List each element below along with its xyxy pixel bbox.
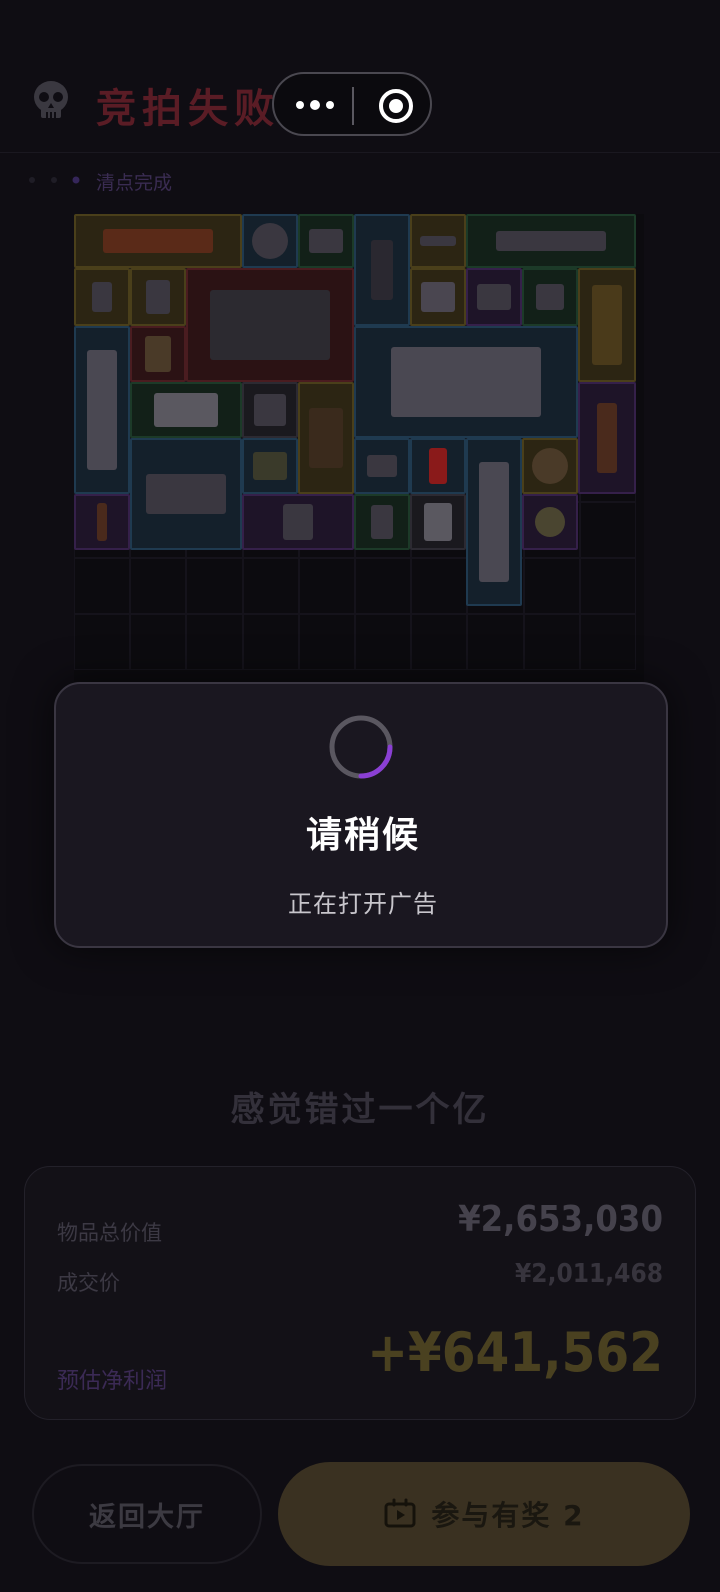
grid-item[interactable] <box>578 268 636 382</box>
grid-item[interactable] <box>354 326 578 438</box>
page-title: 竞拍失败 <box>96 86 280 132</box>
grid-cell <box>579 502 636 558</box>
tagline: 感觉错过一个亿 <box>230 1090 490 1130</box>
target-icon[interactable] <box>378 88 414 124</box>
grid-cell <box>242 614 299 670</box>
grid-item[interactable] <box>578 382 636 494</box>
grid-item[interactable] <box>522 494 578 550</box>
inventory-grid <box>74 214 644 684</box>
grid-cell <box>467 614 524 670</box>
grid-cell <box>130 558 187 614</box>
grid-item[interactable] <box>74 268 130 326</box>
grid-item[interactable] <box>466 214 636 268</box>
grid-item[interactable] <box>130 268 186 326</box>
deal-price: ¥2,011,468 <box>515 1259 663 1289</box>
grid-item[interactable] <box>354 494 410 550</box>
grid-cell <box>411 614 468 670</box>
loading-modal: 请稍候 正在打开广告 <box>54 682 668 948</box>
grid-item[interactable] <box>298 382 354 494</box>
more-icon[interactable] <box>294 88 336 122</box>
grid-cell <box>298 614 355 670</box>
grid-cell <box>579 614 636 670</box>
auction-result-page: 竞拍失败 清点完成 请稍候 正在打开广告 感觉错过一个亿 物品总价值 ¥2,65… <box>0 0 720 1592</box>
tv-icon <box>384 1498 416 1528</box>
value-panel: 物品总价值 ¥2,653,030 成交价 ¥2,011,468 预估净利润 +¥… <box>24 1166 696 1420</box>
grid-cell <box>74 614 131 670</box>
grid-item[interactable] <box>74 214 242 268</box>
grid-item[interactable] <box>354 438 410 494</box>
grid-item[interactable] <box>130 382 242 438</box>
grid-cell <box>523 558 580 614</box>
grid-cell <box>579 558 636 614</box>
grid-cell <box>186 558 243 614</box>
profit-value: +¥641,562 <box>367 1321 663 1384</box>
grid-item[interactable] <box>466 438 522 606</box>
progress-dots <box>29 176 80 184</box>
grid-item[interactable] <box>74 326 130 494</box>
join-reward-button[interactable]: 参与有奖 2 <box>278 1462 690 1566</box>
modal-subtitle: 正在打开广告 <box>288 890 438 918</box>
grid-item[interactable] <box>522 268 578 326</box>
grid-item[interactable] <box>410 438 466 494</box>
grid-item[interactable] <box>298 214 354 268</box>
grid-cell <box>74 558 131 614</box>
skull-icon <box>34 81 68 118</box>
grid-item[interactable] <box>242 382 298 438</box>
grid-item[interactable] <box>74 494 130 550</box>
grid-item[interactable] <box>242 438 298 494</box>
grid-item[interactable] <box>242 214 298 268</box>
deal-price-label: 成交价 <box>57 1271 120 1295</box>
grid-cell <box>130 614 187 670</box>
grid-item[interactable] <box>410 214 466 268</box>
join-reward-label: 参与有奖 2 <box>431 1499 585 1532</box>
grid-item[interactable] <box>522 438 578 494</box>
status-text: 清点完成 <box>96 172 173 194</box>
grid-cell <box>355 558 412 614</box>
total-value-label: 物品总价值 <box>57 1221 162 1245</box>
capsule-divider <box>352 87 354 125</box>
grid-cell <box>298 558 355 614</box>
grid-cell <box>411 558 468 614</box>
profit-label: 预估净利润 <box>57 1369 168 1394</box>
grid-item[interactable] <box>242 494 354 550</box>
grid-cell <box>186 614 243 670</box>
grid-item[interactable] <box>410 494 466 550</box>
grid-item[interactable] <box>130 438 242 550</box>
back-to-lobby-button[interactable]: 返回大厅 <box>32 1464 262 1564</box>
modal-title: 请稍候 <box>305 815 420 856</box>
grid-cell <box>523 614 580 670</box>
grid-item[interactable] <box>130 326 186 382</box>
grid-item[interactable] <box>354 214 410 326</box>
loading-spinner <box>329 715 393 779</box>
header-divider <box>0 152 720 153</box>
grid-item[interactable] <box>410 268 466 326</box>
miniprogram-capsule <box>272 72 432 136</box>
grid-item[interactable] <box>186 268 354 382</box>
grid-cell <box>242 558 299 614</box>
grid-cell <box>355 614 412 670</box>
total-value: ¥2,653,030 <box>458 1199 663 1240</box>
header: 竞拍失败 <box>0 60 720 148</box>
grid-item[interactable] <box>466 268 522 326</box>
